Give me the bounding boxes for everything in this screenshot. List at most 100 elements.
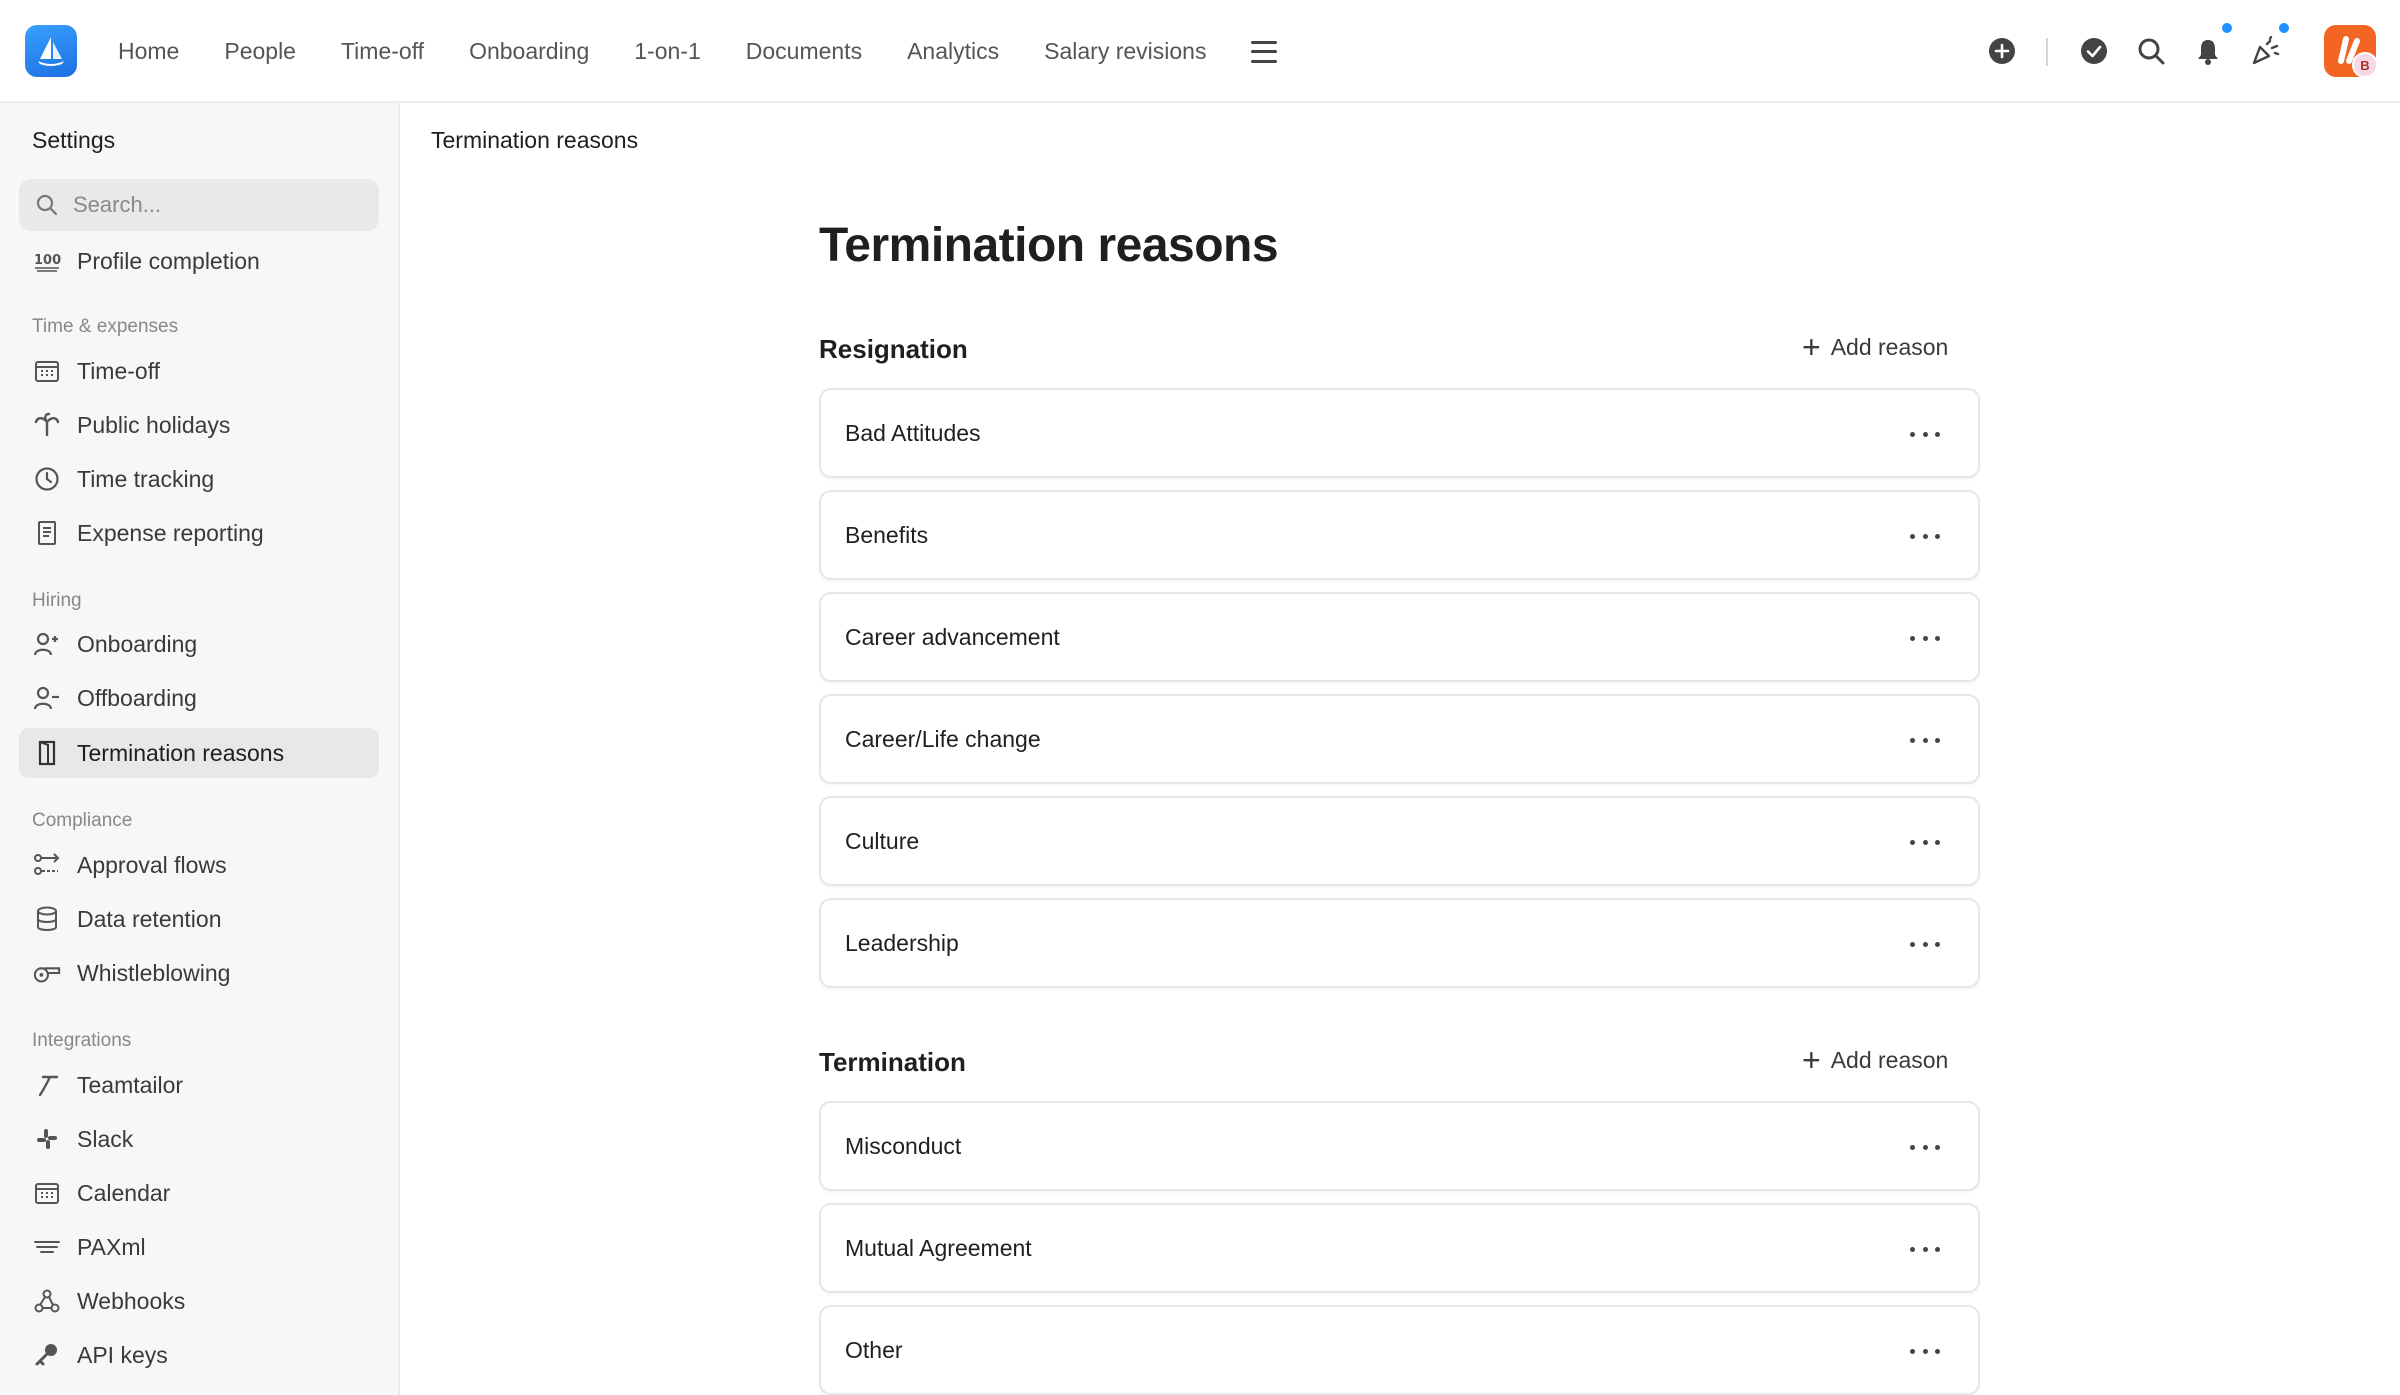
sidebar-item-offboarding[interactable]: Offboarding	[19, 673, 379, 723]
palm-tree-icon	[33, 411, 61, 439]
sidebar-item-time-tracking[interactable]: Time tracking	[19, 454, 379, 504]
tasks-check-icon[interactable]	[2079, 36, 2109, 66]
sidebar-item-profile-completion[interactable]: 100 Profile completion	[19, 236, 379, 286]
receipt-icon	[33, 519, 61, 547]
toolbar-divider	[2046, 38, 2048, 66]
sidebar-item-public-holidays[interactable]: Public holidays	[19, 400, 379, 450]
section-integrations: Integrations	[32, 1030, 132, 1051]
sidebar-item-label: Offboarding	[77, 684, 197, 711]
nav-1-on-1[interactable]: 1-on-1	[634, 38, 700, 65]
calendar-icon	[33, 1179, 61, 1207]
add-icon[interactable]	[1987, 36, 2017, 66]
section-time-expenses: Time & expenses	[32, 316, 179, 337]
sidebar-item-onboarding[interactable]: Onboarding	[19, 619, 379, 669]
reason-name: Culture	[845, 827, 920, 854]
nav-onboarding[interactable]: Onboarding	[469, 38, 589, 65]
sidebar-item-expense-reporting[interactable]: Expense reporting	[19, 508, 379, 558]
calendar-icon	[33, 357, 61, 385]
search-icon[interactable]	[2136, 36, 2166, 66]
add-resignation-reason-button[interactable]: + Add reason	[1802, 331, 1948, 363]
more-options-icon[interactable]	[1910, 828, 1940, 856]
user-plus-icon	[33, 630, 61, 658]
reason-row: Leadership	[819, 898, 1980, 988]
plus-icon: +	[1802, 329, 1821, 365]
sidebar-item-label: Webhooks	[77, 1287, 186, 1314]
more-options-icon[interactable]	[1910, 930, 1940, 958]
sidebar-item-approval-flows[interactable]: Approval flows	[19, 840, 379, 890]
sidebar-item-paxml[interactable]: PAXml	[19, 1222, 379, 1272]
settings-sidebar: Settings Search... 100 Profile completio…	[0, 103, 400, 1395]
app-logo[interactable]	[25, 25, 77, 77]
breadcrumb: Termination reasons	[431, 127, 639, 153]
avatar-badge: B	[2352, 52, 2378, 78]
more-options-icon[interactable]	[1910, 1337, 1940, 1365]
key-icon	[33, 1341, 61, 1369]
add-termination-reason-button[interactable]: + Add reason	[1802, 1044, 1948, 1076]
sidebar-item-label: Time tracking	[77, 465, 215, 492]
section-title-termination: Termination	[819, 1047, 966, 1077]
sidebar-item-termination-reasons[interactable]: Termination reasons	[19, 728, 379, 778]
reason-row: Mutual Agreement	[819, 1203, 1980, 1293]
nav-salary-revisions[interactable]: Salary revisions	[1044, 38, 1206, 65]
sidebar-item-label: API keys	[77, 1341, 168, 1368]
reason-name: Other	[845, 1336, 903, 1363]
sidebar-item-label: Public holidays	[77, 411, 231, 438]
sidebar-item-label: Expense reporting	[77, 519, 264, 546]
reason-name: Bad Attitudes	[845, 419, 981, 446]
sidebar-item-label: Teamtailor	[77, 1071, 184, 1098]
database-icon	[33, 905, 61, 933]
reason-row: Other	[819, 1305, 1980, 1395]
reason-row: Bad Attitudes	[819, 388, 1980, 478]
reason-row: Misconduct	[819, 1101, 1980, 1191]
more-options-icon[interactable]	[1910, 522, 1940, 550]
nav-people[interactable]: People	[224, 38, 296, 65]
sidebar-item-time-off[interactable]: Time-off	[19, 346, 379, 396]
sidebar-title: Settings	[32, 127, 116, 153]
page-title: Termination reasons	[819, 219, 1279, 272]
section-compliance: Compliance	[32, 810, 133, 831]
teamtailor-icon	[33, 1071, 61, 1099]
reason-name: Misconduct	[845, 1132, 962, 1159]
sidebar-item-calendar[interactable]: Calendar	[19, 1168, 379, 1218]
sidebar-item-slack[interactable]: Slack	[19, 1114, 379, 1164]
more-options-icon[interactable]	[1910, 420, 1940, 448]
sidebar-item-label: Whistleblowing	[77, 959, 231, 986]
sidebar-item-label: Calendar	[77, 1179, 171, 1206]
sidebar-item-whistleblowing[interactable]: Whistleblowing	[19, 948, 379, 998]
sidebar-item-webhooks[interactable]: Webhooks	[19, 1276, 379, 1326]
sidebar-item-data-retention[interactable]: Data retention	[19, 894, 379, 944]
section-hiring: Hiring	[32, 590, 82, 611]
more-options-icon[interactable]	[1910, 1235, 1940, 1263]
celebration-dot	[2277, 21, 2291, 35]
sidebar-item-label: Onboarding	[77, 630, 198, 657]
more-options-icon[interactable]	[1910, 1133, 1940, 1161]
nav-documents[interactable]: Documents	[746, 38, 862, 65]
sidebar-item-label: Approval flows	[77, 851, 227, 878]
sidebar-item-teamtailor[interactable]: Teamtailor	[19, 1060, 379, 1110]
slack-icon	[33, 1125, 61, 1153]
nav-home[interactable]: Home	[118, 38, 179, 65]
svg-text:100: 100	[34, 253, 61, 268]
add-reason-label: Add reason	[1830, 1046, 1949, 1073]
nav-analytics[interactable]: Analytics	[907, 38, 999, 65]
sidebar-item-api-keys[interactable]: API keys	[19, 1330, 379, 1380]
bell-icon[interactable]	[2193, 36, 2223, 66]
more-options-icon[interactable]	[1910, 726, 1940, 754]
reason-name: Benefits	[845, 521, 929, 548]
sidebar-item-label: Termination reasons	[77, 739, 285, 766]
section-title-resignation: Resignation	[819, 334, 968, 364]
reason-name: Leadership	[845, 929, 959, 956]
whistle-icon	[33, 959, 61, 987]
reason-name: Career advancement	[845, 623, 1060, 650]
more-options-icon[interactable]	[1910, 624, 1940, 652]
reason-name: Mutual Agreement	[845, 1234, 1032, 1261]
more-menu-icon[interactable]	[1251, 40, 1278, 63]
reason-name: Career/Life change	[845, 725, 1041, 752]
search-input[interactable]: Search...	[19, 179, 379, 231]
nav-time-off[interactable]: Time-off	[341, 38, 424, 65]
main-nav: Home People Time-off Onboarding 1-on-1 D…	[118, 0, 1278, 103]
celebration-icon[interactable]	[2250, 35, 2280, 66]
sidebar-item-label: Profile completion	[77, 247, 260, 274]
reason-row: Culture	[819, 796, 1980, 886]
flow-icon	[33, 851, 61, 879]
